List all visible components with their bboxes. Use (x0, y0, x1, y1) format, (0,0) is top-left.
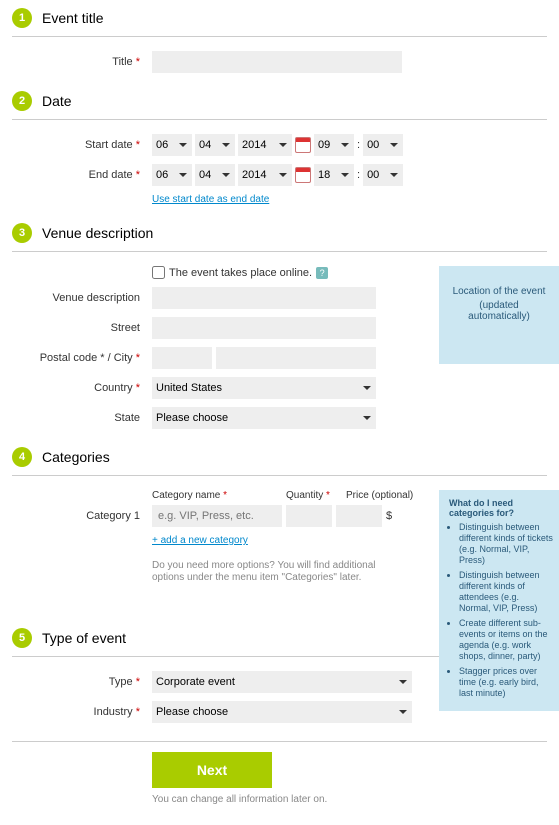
step-badge-5: 5 (12, 628, 32, 648)
time-colon: : (357, 169, 360, 181)
divider (12, 251, 547, 252)
location-info-box: Location of the event (updated automatic… (439, 266, 559, 364)
end-hour-select[interactable]: 18 (314, 164, 354, 186)
category-name-input[interactable] (152, 505, 282, 527)
city-input[interactable] (216, 347, 376, 369)
section-header: 1 Event title (0, 0, 559, 36)
section-event-title: 1 Event title Title * (0, 0, 559, 73)
categories-info-item: Stagger prices over time (e.g. early bir… (459, 666, 553, 699)
start-month-select[interactable]: 04 (195, 134, 235, 156)
help-icon[interactable]: ? (316, 267, 328, 279)
section-heading: Date (42, 93, 72, 109)
section-header: 4 Categories (0, 439, 559, 475)
categories-info-item: Distinguish between different kinds of t… (459, 522, 553, 566)
venue-body: The event takes place online. ? Venue de… (0, 266, 559, 429)
categories-body: Category name * Quantity * Price (option… (0, 490, 559, 610)
industry-select[interactable]: Please choose (152, 701, 412, 723)
type-label: Type * (12, 675, 152, 689)
state-select[interactable]: Please choose (152, 407, 376, 429)
category-price-input[interactable] (336, 505, 382, 527)
end-year-select[interactable]: 2014 (238, 164, 292, 186)
street-label: Street (12, 321, 152, 335)
postal-input[interactable] (152, 347, 212, 369)
divider (12, 36, 547, 37)
section-heading: Categories (42, 449, 110, 465)
venue-desc-label: Venue description (12, 291, 152, 305)
footer: Next You can change all information late… (0, 742, 559, 825)
info-box-sub: (updated automatically) (451, 300, 547, 322)
categories-info-item: Distinguish between different kinds of a… (459, 570, 553, 614)
calendar-icon[interactable] (295, 167, 311, 183)
divider (12, 475, 547, 476)
col-quantity: Quantity * (286, 490, 342, 501)
section-venue: 3 Venue description The event takes plac… (0, 215, 559, 429)
category-row-label: Category 1 (12, 509, 152, 523)
categories-help-text: Do you need more options? You will find … (0, 554, 410, 584)
use-start-link[interactable]: Use start date as end date (152, 194, 269, 205)
categories-info-list: Distinguish between different kinds of t… (449, 522, 553, 699)
online-checkbox[interactable] (152, 266, 165, 279)
category-qty-input[interactable] (286, 505, 332, 527)
start-day-select[interactable]: 06 (152, 134, 192, 156)
step-badge-2: 2 (12, 91, 32, 111)
online-label: The event takes place online. (169, 267, 312, 279)
title-input[interactable] (152, 51, 402, 73)
categories-info-item: Create different sub-events or items on … (459, 618, 553, 662)
time-colon: : (357, 139, 360, 151)
section-header: 3 Venue description (0, 215, 559, 251)
title-row: Title * (0, 51, 559, 73)
end-date-row: End date * 06 04 2014 18 : 00 (0, 164, 559, 186)
step-badge-1: 1 (12, 8, 32, 28)
country-select[interactable]: United States (152, 377, 376, 399)
start-year-select[interactable]: 2014 (238, 134, 292, 156)
state-label: State (12, 411, 152, 425)
next-button[interactable]: Next (152, 752, 272, 788)
start-hour-select[interactable]: 09 (314, 134, 354, 156)
col-category-name: Category name * (152, 490, 282, 501)
categories-info-box: What do I need categories for? Distingui… (439, 490, 559, 711)
end-day-select[interactable]: 06 (152, 164, 192, 186)
categories-info-title: What do I need categories for? (449, 498, 553, 518)
section-header: 2 Date (0, 83, 559, 119)
section-heading: Venue description (42, 225, 153, 241)
step-badge-3: 3 (12, 223, 32, 243)
col-price: Price (optional) (346, 490, 426, 501)
industry-label: Industry * (12, 705, 152, 719)
section-date: 2 Date Start date * 06 04 2014 09 : 00 E… (0, 83, 559, 205)
info-box-title: Location of the event (453, 286, 546, 297)
add-category-link[interactable]: + add a new category (152, 535, 248, 546)
end-month-select[interactable]: 04 (195, 164, 235, 186)
divider (12, 119, 547, 120)
country-row: Country * United States (0, 377, 559, 399)
section-heading: Event title (42, 10, 103, 26)
end-min-select[interactable]: 00 (363, 164, 403, 186)
start-min-select[interactable]: 00 (363, 134, 403, 156)
use-start-row: Use start date as end date (0, 194, 559, 205)
state-row: State Please choose (0, 407, 559, 429)
start-date-label: Start date * (12, 138, 152, 152)
start-date-row: Start date * 06 04 2014 09 : 00 (0, 134, 559, 156)
postal-city-label: Postal code * / City * (12, 351, 152, 365)
currency-label: $ (386, 510, 392, 522)
end-date-label: End date * (12, 168, 152, 182)
country-label: Country * (12, 381, 152, 395)
calendar-icon[interactable] (295, 137, 311, 153)
venue-desc-input[interactable] (152, 287, 376, 309)
section-categories: 4 Categories Category name * Quantity * … (0, 439, 559, 610)
section-heading: Type of event (42, 630, 126, 646)
step-badge-4: 4 (12, 447, 32, 467)
title-label: Title * (12, 55, 152, 69)
type-select[interactable]: Corporate event (152, 671, 412, 693)
street-input[interactable] (152, 317, 376, 339)
